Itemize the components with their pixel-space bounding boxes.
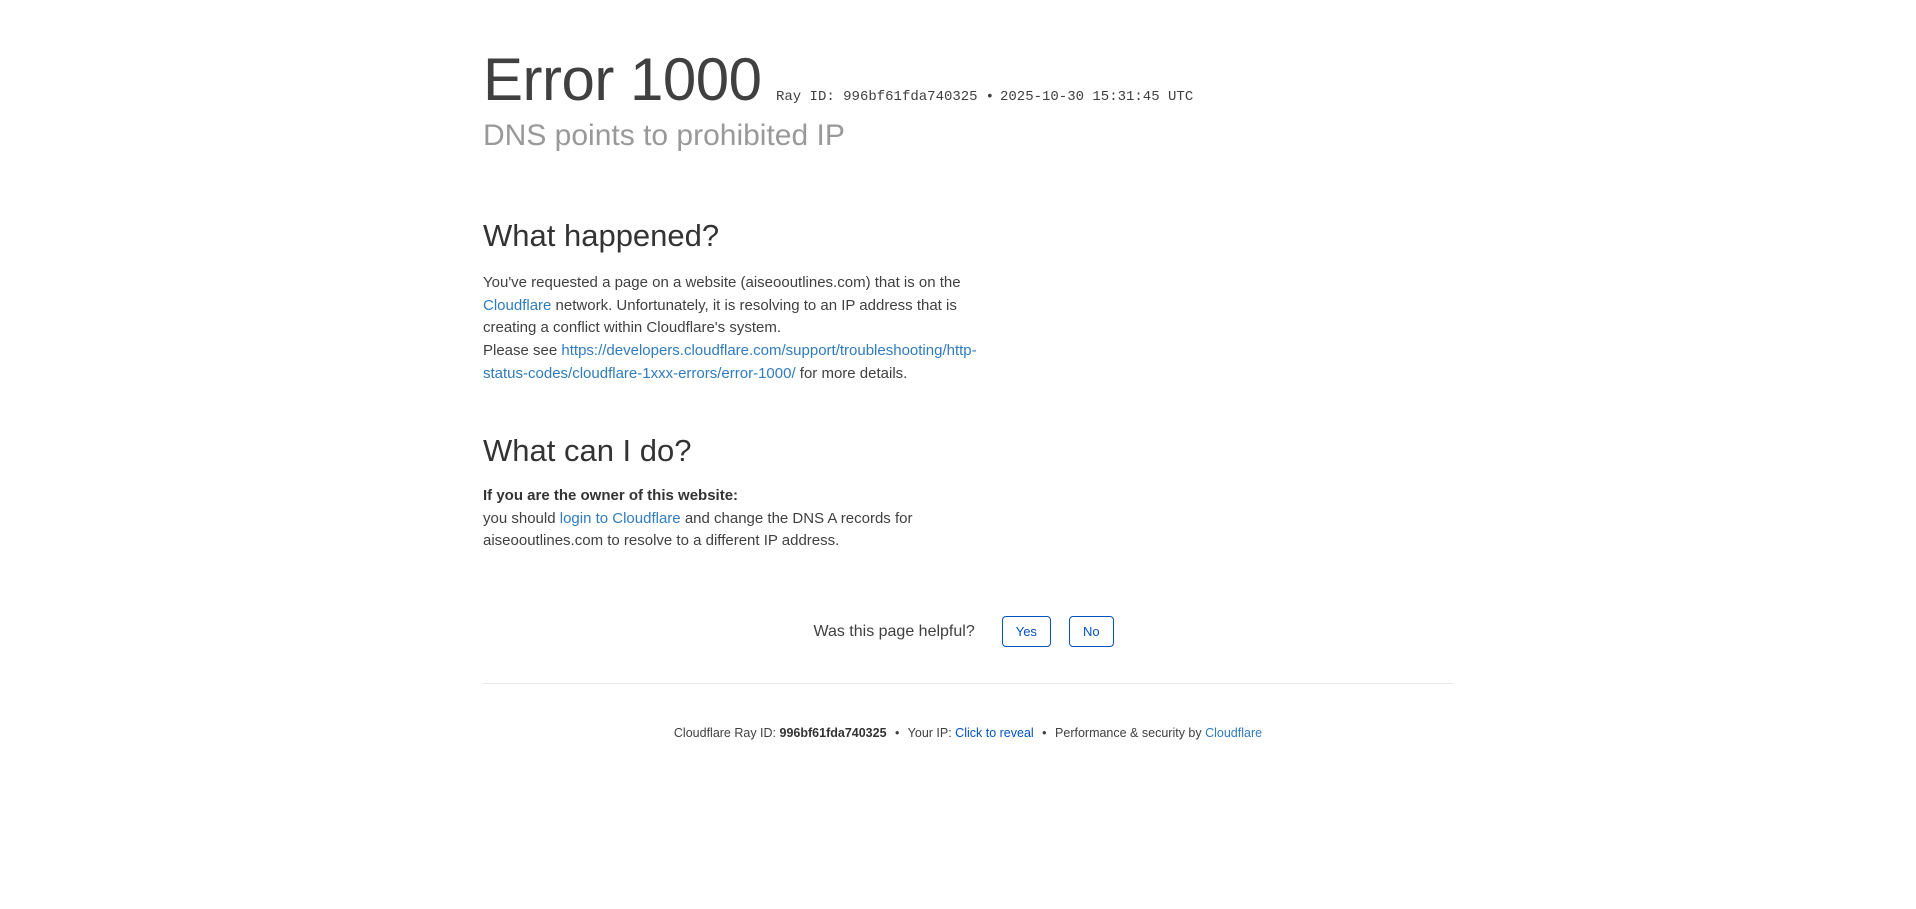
footer-cloudflare-link[interactable]: Cloudflare [1205,726,1262,740]
error-header: Error 1000 Ray ID: 996bf61fda740325 • 2025… [483,44,1193,116]
ray-info: Ray ID: 996bf61fda740325 • 2025-10-30 15:3… [776,89,1193,105]
footer-ip-label: Your IP: [907,726,956,740]
footer-ray-id: 996bf61fda740325 [779,726,887,740]
error-subtitle: DNS points to prohibited IP [483,119,845,152]
yes-button[interactable]: Yes [1001,616,1051,647]
no-button[interactable]: No [1068,616,1114,647]
error-code: Error 1000 [483,46,762,113]
feedback-section: Was this page helpful? Yes No [483,616,1453,647]
footer-ray-label: Cloudflare Ray ID: [673,726,780,740]
what-can-i-do-heading: What can I do? [483,433,692,468]
what-happened-text-1: You've requested a page on a website (ai… [483,274,961,291]
footer-perf-label: Performance & security by [1055,726,1206,740]
footer-bullet: • [895,726,900,740]
feedback-question: Was this page helpful? [813,622,975,640]
bullet-separator: • [985,89,994,105]
footer: Cloudflare Ray ID: 996bf61fda740325 • Yo… [483,726,1453,740]
what-happened-text-4: for more details. [795,364,908,382]
reveal-ip-link[interactable]: Click to reveal [955,726,1034,740]
timestamp: 2025-10-30 15:31:45 UTC [999,89,1194,105]
footer-bullet: • [1042,726,1047,740]
ray-id-header: Ray ID: 996bf61fda740325 [775,89,978,105]
footer-divider [483,683,1453,684]
owner-label: If you are the owner of this website: [483,487,739,504]
what-happened-text-3: Please see [483,342,562,360]
what-happened-text: You've requested a page on a website (ai… [483,272,983,386]
what-can-i-do-text: If you are the owner of this website: yo… [483,485,983,553]
login-link[interactable]: login to Cloudflare [560,510,681,527]
what-can-i-do-text-1: you should [483,509,560,527]
what-happened-heading: What happened? [483,218,720,253]
cloudflare-link[interactable]: Cloudflare [483,297,551,314]
what-happened-text-2: network. Unfortunately, it is resolving … [483,296,957,337]
